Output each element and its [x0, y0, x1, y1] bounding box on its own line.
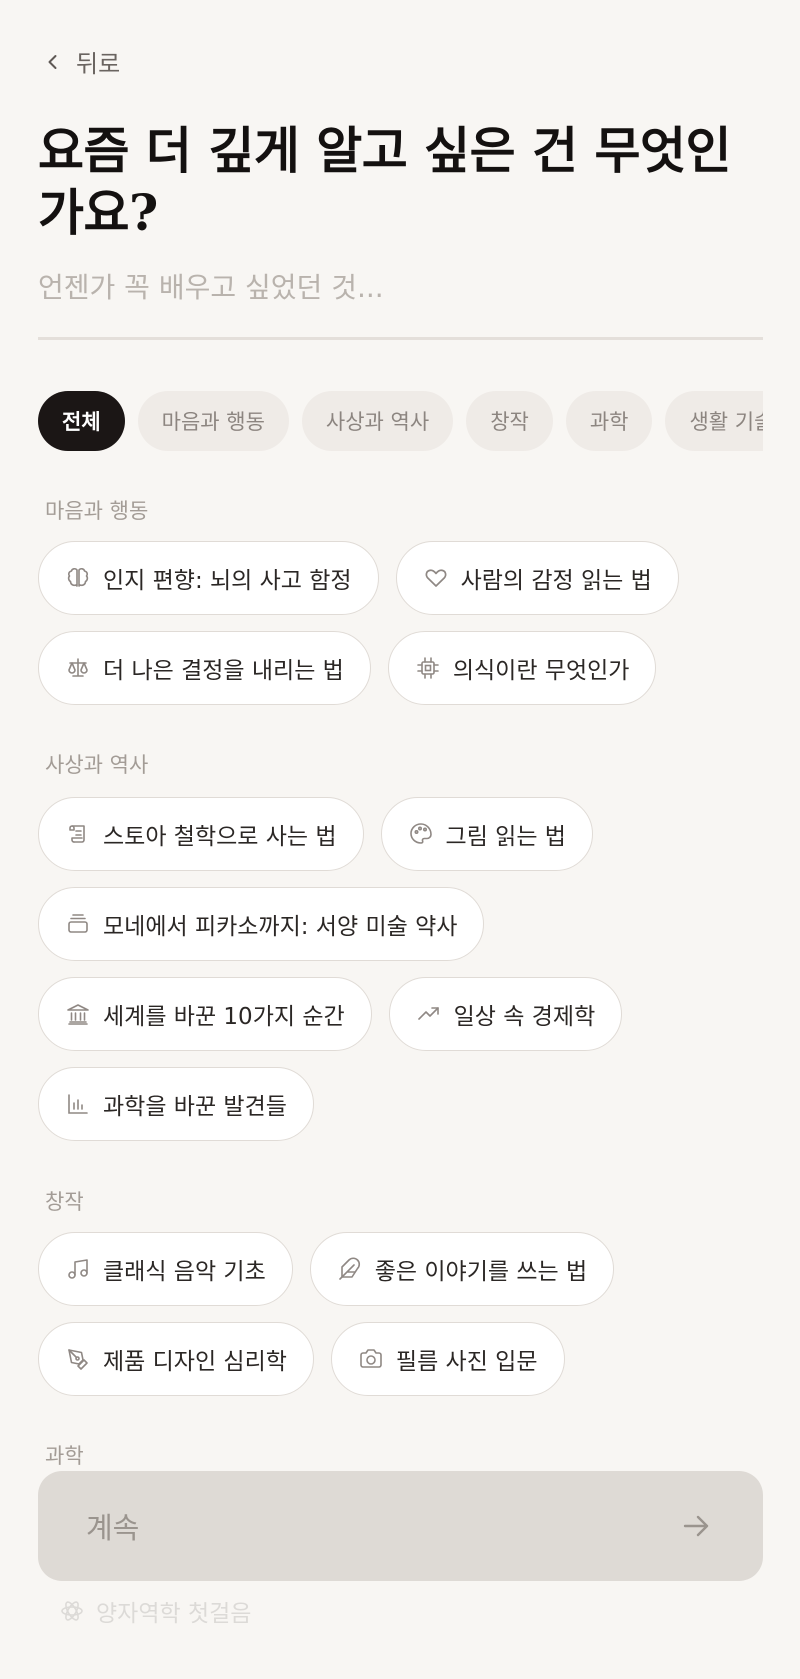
- section-label-mind: 마음과 행동: [45, 499, 149, 523]
- topic-label: 좋은 이야기를 쓰는 법: [374, 1259, 588, 1285]
- topic-label: 인지 편향: 뇌의 사고 함정: [103, 568, 352, 594]
- topic-picker-screen: 뒤로 요즘 더 깊게 알고 싶은 건 무엇인가요? 전체 마음과 행동 사상과 …: [0, 0, 800, 1679]
- topic-chip[interactable]: 필름 사진 입문: [330, 1322, 565, 1396]
- trend-up-icon: [417, 1007, 439, 1020]
- category-tabs: 전체 마음과 행동 사상과 역사 창작 과학 생활 기술: [38, 391, 763, 451]
- section-label-history: 사상과 역사: [45, 753, 149, 777]
- chip-icon: [417, 657, 439, 679]
- topic-chip[interactable]: 의식이란 무엇인가: [387, 631, 657, 705]
- topic-chip[interactable]: 과학을 바꾼 발견들: [38, 1067, 314, 1141]
- section-label-science: 과학: [45, 1444, 84, 1468]
- topic-label: 세계를 바꾼 10가지 순간: [103, 1004, 345, 1030]
- topic-label: 필름 사진 입문: [395, 1349, 538, 1375]
- chevron-left-icon: [48, 54, 57, 69]
- topic-row: 더 나은 결정을 내리는 법 의식이란 무엇인가: [38, 631, 657, 705]
- topic-row: 인지 편향: 뇌의 사고 함정 사람의 감정 읽는 법: [38, 541, 679, 615]
- topic-row: 스토아 철학으로 사는 법 그림 읽는 법: [38, 797, 593, 871]
- topic-label: 양자역학 첫걸음: [96, 1601, 252, 1627]
- topic-label: 그림 읽는 법: [445, 824, 566, 850]
- topic-row: 세계를 바꾼 10가지 순간 일상 속 경제학: [38, 977, 623, 1051]
- topic-chip[interactable]: 인지 편향: 뇌의 사고 함정: [38, 541, 379, 615]
- search-underline: [38, 337, 763, 340]
- topic-chip[interactable]: 일상 속 경제학: [388, 977, 623, 1051]
- page-title: 요즘 더 깊게 알고 싶은 건 무엇인가요?: [38, 121, 731, 242]
- brain-icon: [67, 567, 89, 587]
- topic-chip[interactable]: 스토아 철학으로 사는 법: [38, 797, 364, 871]
- topic-row: 클래식 음악 기초 좋은 이야기를 쓰는 법: [38, 1232, 615, 1306]
- topic-label: 클래식 음악 기초: [103, 1259, 266, 1285]
- topic-chip[interactable]: 그림 읽는 법: [380, 797, 593, 871]
- feather-icon: [338, 1257, 360, 1280]
- tab-mind[interactable]: 마음과 행동: [137, 391, 289, 451]
- section-label-creation: 창작: [45, 1190, 84, 1214]
- topic-chip[interactable]: 양자역학 첫걸음: [60, 1594, 251, 1628]
- topic-row: 과학을 바꾼 발견들: [38, 1067, 314, 1141]
- tab-history[interactable]: 사상과 역사: [301, 391, 454, 451]
- tab-science[interactable]: 과학: [565, 391, 653, 451]
- back-label: 뒤로: [76, 50, 121, 78]
- camera-icon: [360, 1349, 382, 1368]
- topic-label: 일상 속 경제학: [453, 1004, 596, 1030]
- topic-search-input[interactable]: [38, 262, 763, 312]
- topic-chip[interactable]: 세계를 바꾼 10가지 순간: [38, 977, 372, 1051]
- landmark-icon: [67, 1004, 89, 1025]
- topic-label: 의식이란 무엇인가: [452, 658, 630, 684]
- pen-tool-icon: [68, 1349, 88, 1370]
- topic-chip[interactable]: 사람의 감정 읽는 법: [395, 541, 679, 615]
- topic-label: 더 나은 결정을 내리는 법: [103, 658, 344, 684]
- arrow-right-icon: [683, 1515, 709, 1537]
- topic-chip[interactable]: 더 나은 결정을 내리는 법: [38, 631, 371, 705]
- topic-chip[interactable]: 모네에서 피카소까지: 서양 미술 약사: [38, 887, 485, 961]
- tab-creation[interactable]: 창작: [466, 391, 553, 451]
- continue-label: 계속: [86, 1511, 140, 1545]
- scale-icon: [68, 658, 88, 677]
- topic-label: 스토아 철학으로 사는 법: [103, 824, 337, 850]
- bar-chart-icon: [68, 1094, 88, 1114]
- palette-icon: [409, 823, 432, 844]
- atom-icon: [61, 1601, 83, 1621]
- topic-chip[interactable]: 좋은 이야기를 쓰는 법: [309, 1232, 615, 1306]
- scroll-icon: [69, 825, 85, 843]
- heart-icon: [425, 569, 447, 587]
- topic-row: 모네에서 피카소까지: 서양 미술 약사: [38, 887, 485, 961]
- topic-chip[interactable]: 제품 디자인 심리학: [38, 1322, 314, 1396]
- topic-label: 모네에서 피카소까지: 서양 미술 약사: [103, 914, 458, 940]
- tab-all[interactable]: 전체: [38, 391, 125, 451]
- topic-label: 사람의 감정 읽는 법: [460, 568, 652, 594]
- topic-label: 제품 디자인 심리학: [103, 1349, 287, 1375]
- back-button[interactable]: 뒤로: [44, 44, 120, 79]
- music-icon: [68, 1259, 88, 1279]
- topic-chip[interactable]: 클래식 음악 기초: [38, 1232, 293, 1306]
- topic-label: 과학을 바꾼 발견들: [103, 1094, 287, 1120]
- tab-life-skills[interactable]: 생활 기술: [665, 391, 763, 451]
- continue-button[interactable]: 계속: [38, 1471, 763, 1581]
- layers-icon: [68, 914, 88, 933]
- topic-row: 제품 디자인 심리학 필름 사진 입문: [38, 1322, 565, 1396]
